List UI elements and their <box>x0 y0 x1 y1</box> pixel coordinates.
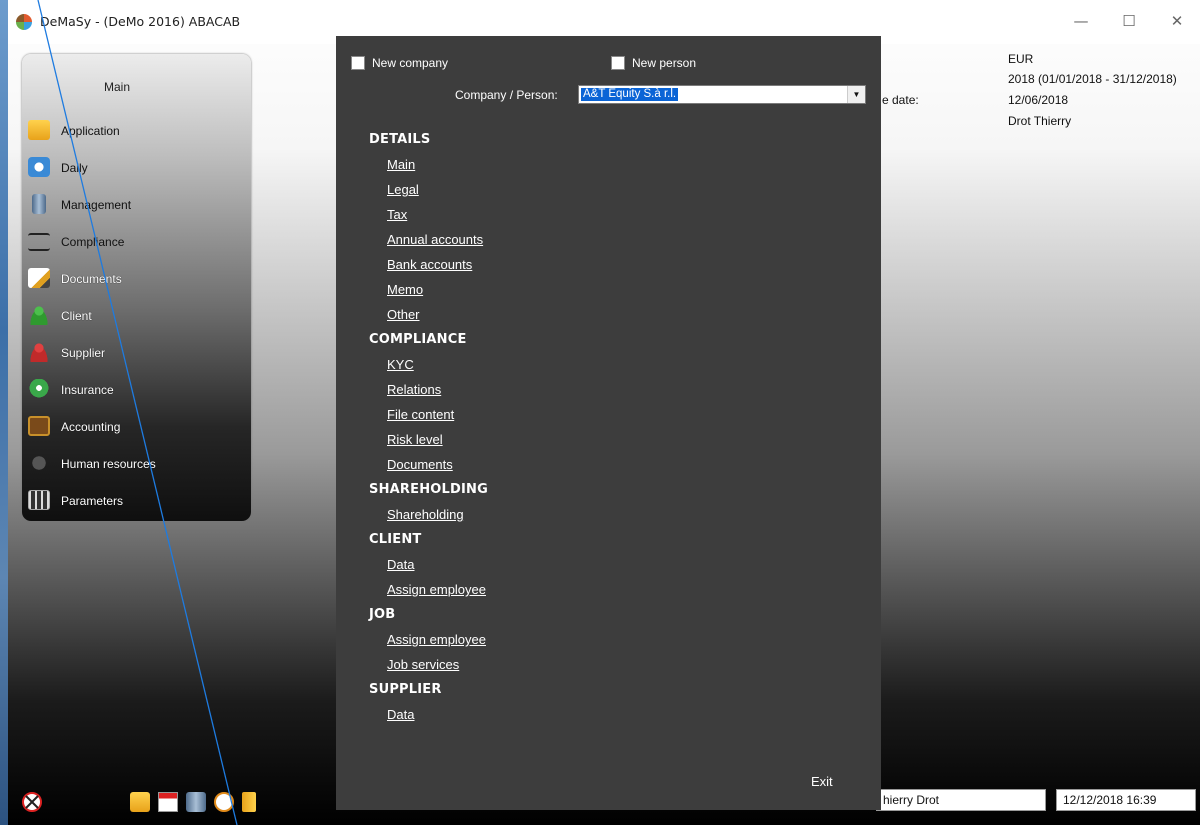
user-value: Drot Thierry <box>1008 114 1072 128</box>
maximize-button[interactable]: ☐ <box>1114 10 1144 32</box>
nav-item-label: Compliance <box>61 235 125 249</box>
section-header-compliance: COMPLIANCE <box>369 332 467 347</box>
link-supplier-data[interactable]: Data <box>387 707 414 722</box>
abacus-icon <box>28 416 50 436</box>
nav-item-label: Insurance <box>61 383 114 397</box>
nav-item-label: Supplier <box>61 346 106 360</box>
link-details-legal[interactable]: Legal <box>387 182 419 197</box>
person-green-icon <box>28 305 50 325</box>
section-header-supplier: SUPPLIER <box>369 682 442 697</box>
section-header-job: JOB <box>369 607 396 622</box>
pencil-document-icon <box>28 268 50 288</box>
main-nav-panel: Main Application Daily Management Compli… <box>22 54 251 521</box>
link-compliance-documents[interactable]: Documents <box>387 457 453 472</box>
currency-value: EUR <box>1008 52 1034 66</box>
company-person-label: Company / Person: <box>455 88 558 102</box>
clock-icon <box>28 157 50 177</box>
nav-item-accounting[interactable]: Accounting <box>26 412 236 440</box>
folder-icon <box>28 120 50 140</box>
new-company-checkbox[interactable] <box>351 56 365 70</box>
close-button[interactable]: ✕ <box>1162 10 1192 32</box>
link-compliance-kyc[interactable]: KYC <box>387 357 414 372</box>
nav-item-daily[interactable]: Daily <box>26 153 236 181</box>
company-person-dialog: New company New person Company / Person:… <box>336 36 881 810</box>
nav-title: Main <box>103 80 130 94</box>
link-details-bank-accounts[interactable]: Bank accounts <box>387 257 472 272</box>
trash-bin-icon <box>32 194 46 214</box>
link-details-memo[interactable]: Memo <box>387 282 423 297</box>
nav-item-label: Accounting <box>61 420 121 434</box>
nav-item-label: Daily <box>61 161 88 175</box>
new-person-checkbox[interactable] <box>611 56 625 70</box>
link-job-assign-employee[interactable]: Assign employee <box>387 632 486 647</box>
sliders-icon <box>28 490 50 510</box>
link-details-tax[interactable]: Tax <box>387 207 407 222</box>
no-entry-icon[interactable] <box>22 792 42 812</box>
nav-item-label: Parameters <box>61 494 124 508</box>
period-value: 2018 (01/01/2018 - 31/12/2018) <box>1008 72 1177 86</box>
link-shareholding-shareholding[interactable]: Shareholding <box>387 507 464 522</box>
link-job-job-services[interactable]: Job services <box>387 657 459 672</box>
section-header-details: DETAILS <box>369 132 431 147</box>
file-folder-icon[interactable] <box>242 792 256 812</box>
nav-item-label: Management <box>61 198 132 212</box>
company-person-value: A&T Equity S.à r.l. <box>581 88 679 101</box>
link-details-main[interactable]: Main <box>387 157 415 172</box>
company-person-select[interactable]: A&T Equity S.à r.l. ▼ <box>578 85 866 104</box>
link-compliance-relations[interactable]: Relations <box>387 382 441 397</box>
link-compliance-risk-level[interactable]: Risk level <box>387 432 443 447</box>
link-client-assign-employee[interactable]: Assign employee <box>387 582 486 597</box>
section-header-client: CLIENT <box>369 532 422 547</box>
dropdown-arrow-icon[interactable]: ▼ <box>847 86 865 103</box>
nav-item-supplier[interactable]: Supplier <box>26 338 236 366</box>
nav-item-label: Documents <box>61 272 122 286</box>
new-person-label[interactable]: New person <box>632 56 696 70</box>
calendar-icon[interactable] <box>158 792 178 812</box>
person-red-icon <box>28 342 50 362</box>
magnifier-person-icon <box>28 453 50 473</box>
cross-icon <box>25 795 39 809</box>
checklist-icon <box>28 233 50 251</box>
window-title: DeMaSy - (DeMo 2016) ABACAB <box>40 14 241 29</box>
nav-item-parameters[interactable]: Parameters <box>26 486 236 514</box>
date-label: e date: <box>882 93 919 107</box>
status-user-field: hierry Drot <box>876 789 1046 811</box>
nav-item-label: Client <box>61 309 92 323</box>
nav-item-client[interactable]: Client <box>26 301 236 329</box>
link-client-data[interactable]: Data <box>387 557 414 572</box>
new-company-label[interactable]: New company <box>372 56 448 70</box>
gauge-icon[interactable] <box>214 792 234 812</box>
link-compliance-file-content[interactable]: File content <box>387 407 454 422</box>
link-details-other[interactable]: Other <box>387 307 420 322</box>
nav-item-label: Application <box>61 124 120 138</box>
house-hand-icon <box>28 379 50 399</box>
link-details-annual-accounts[interactable]: Annual accounts <box>387 232 483 247</box>
nav-item-compliance[interactable]: Compliance <box>26 227 236 255</box>
folder-icon[interactable] <box>130 792 150 812</box>
app-logo-icon <box>16 14 32 30</box>
desktop-background <box>0 0 8 825</box>
section-header-shareholding: SHAREHOLDING <box>369 482 488 497</box>
minimize-button[interactable]: — <box>1066 10 1096 32</box>
nav-item-application[interactable]: Application <box>26 116 236 144</box>
date-value: 12/06/2018 <box>1008 93 1069 107</box>
nav-item-label: Human resources <box>61 457 156 471</box>
database-icon[interactable] <box>186 792 206 812</box>
nav-item-management[interactable]: Management <box>26 190 236 218</box>
nav-item-insurance[interactable]: Insurance <box>26 375 236 403</box>
nav-item-human-resources[interactable]: Human resources <box>26 449 236 477</box>
exit-button[interactable]: Exit <box>811 774 833 789</box>
status-datetime-field: 12/12/2018 16:39 <box>1056 789 1196 811</box>
nav-item-documents[interactable]: Documents <box>26 264 236 292</box>
